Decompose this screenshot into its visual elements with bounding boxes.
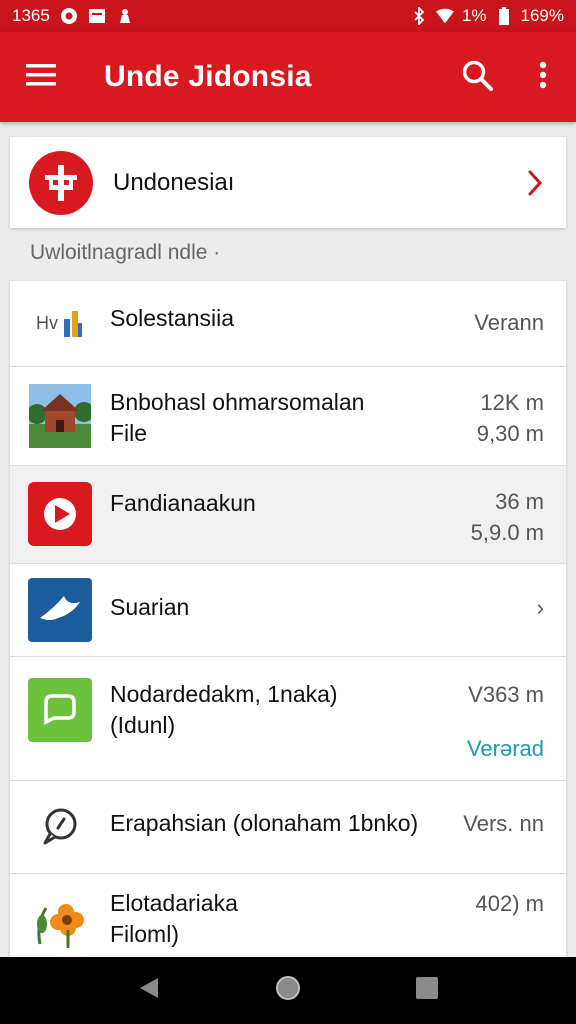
item-meta: Vers. nn <box>463 811 544 836</box>
page-title: Unde Jidonsia <box>104 60 312 93</box>
item-title: Fandianaakun <box>110 490 256 516</box>
section-label: Uwloitlnagradl ndle · <box>30 241 221 264</box>
play-icon <box>10 466 110 563</box>
item-subtitle: Filoml) <box>110 921 179 947</box>
app-bar: Unde Jidonsia <box>0 32 576 122</box>
list-item[interactable]: Hv Solestansiia Verann <box>10 281 566 367</box>
item-title: Solestansiia <box>110 305 235 331</box>
bluetooth-icon <box>410 7 428 25</box>
overflow-menu-button[interactable] <box>510 32 576 122</box>
search-icon <box>461 59 493 96</box>
item-subtitle: File <box>110 420 148 446</box>
battery-text: 1% <box>461 6 487 25</box>
chat-bubble-icon <box>10 657 110 780</box>
building-photo <box>10 367 110 465</box>
list-item[interactable]: Nodardedakm, 1naka) (Idunl) V363 m Verər… <box>10 657 566 781</box>
list-item[interactable]: Elotadariaka Filoml) 402) m <box>10 874 566 964</box>
item-meta: Verann <box>474 310 544 335</box>
chevron-right-icon <box>504 169 566 197</box>
item-meta-secondary: 9,30 m <box>476 421 544 446</box>
item-title: Nodardedakm, 1naka) <box>110 681 338 707</box>
status-bar: 1365 1% 169% <box>0 0 576 32</box>
list-item[interactable]: Suarian › <box>10 564 566 657</box>
item-subtitle: (Idunl) <box>110 712 176 738</box>
chevron-right-icon: › <box>536 595 544 620</box>
emblem-icon <box>29 150 93 215</box>
bird-icon <box>10 564 110 656</box>
item-meta: 402) m <box>475 891 544 916</box>
item-title: Erapahsian (olonaham 1bnko) <box>110 810 419 836</box>
menu-icon <box>26 63 56 91</box>
country-card[interactable]: Undonesiaı <box>10 137 566 228</box>
home-icon[interactable] <box>275 975 301 1006</box>
list-item[interactable]: Bnbohasl ohmarsomalan File 12K m 9,30 m <box>10 367 566 466</box>
person-icon <box>116 7 134 25</box>
comment-outline-icon <box>10 781 110 873</box>
item-title: Bnbohasl ohmarsomalan <box>110 389 365 415</box>
back-icon[interactable] <box>138 976 160 1005</box>
list-item[interactable]: Fandianaakun 36 m 5,9.0 m <box>10 466 566 564</box>
item-list: Hv Solestansiia Verann Bnbohasl ohmarsom… <box>10 281 566 964</box>
country-name: Undonesiaı <box>113 168 235 196</box>
item-meta-primary: 36 m <box>495 489 544 514</box>
signal-text: 169% <box>520 6 564 25</box>
item-meta-primary: V363 m <box>468 682 544 707</box>
item-meta-secondary: 5,9.0 m <box>470 520 544 545</box>
item-title: Elotadariaka <box>110 890 238 916</box>
menu-button[interactable] <box>0 32 82 122</box>
recents-icon[interactable] <box>416 977 439 1004</box>
status-time: 1365 <box>12 6 50 25</box>
mail-icon <box>88 7 106 25</box>
list-item[interactable]: Erapahsian (olonaham 1bnko) Vers. nn <box>10 781 566 874</box>
document-icon: Hv <box>10 281 110 366</box>
notification-icon <box>60 7 78 25</box>
search-button[interactable] <box>444 32 510 122</box>
flower-icon <box>10 874 110 964</box>
wifi-icon <box>435 7 454 25</box>
more-vert-icon <box>539 61 547 94</box>
item-meta-accent: Verərad <box>466 736 544 761</box>
navigation-bar <box>0 957 576 1024</box>
item-title: Suarian <box>110 594 190 620</box>
item-meta-primary: 12K m <box>480 390 544 415</box>
battery-icon <box>495 7 513 25</box>
icon-prefix: Hv <box>36 313 58 333</box>
